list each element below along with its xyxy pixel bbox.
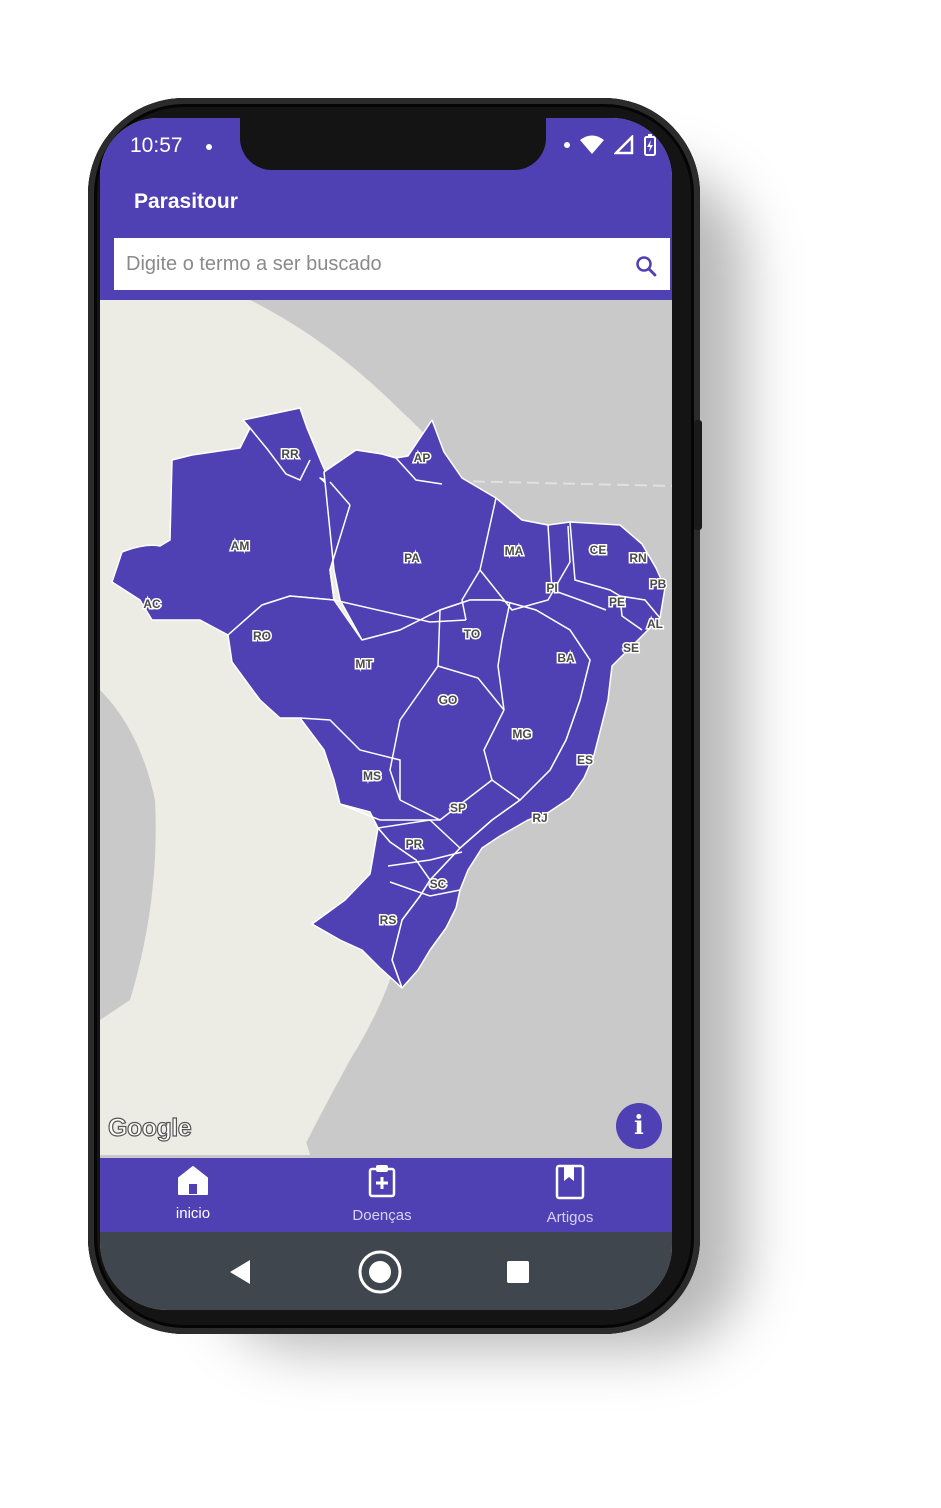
bottom-navigation: inicio Doenças Artigos — [100, 1158, 672, 1232]
state-label-se: SE — [623, 641, 639, 655]
state-label-ce: CE — [590, 543, 607, 557]
status-time: 10:57 — [130, 134, 183, 157]
state-label-ms: MS — [363, 769, 381, 783]
nav-item-doencas[interactable]: Doenças — [322, 1164, 442, 1224]
notification-dot-right — [564, 142, 570, 148]
state-label-sc: SC — [430, 877, 447, 891]
state-label-pa: PA — [404, 551, 420, 565]
state-label-pe: PE — [609, 595, 625, 609]
nav-label-artigos: Artigos — [546, 1209, 594, 1226]
state-label-to: TO — [464, 627, 480, 641]
state-label-pi: PI — [546, 581, 557, 595]
google-logo: Google — [107, 1113, 192, 1142]
state-label-ro: RO — [253, 629, 271, 643]
state-label-ma: MA — [505, 544, 524, 558]
search-input[interactable] — [124, 248, 618, 280]
state-label-ba: BA — [557, 651, 575, 665]
phone-screen: 10:57 Parasitour Digite o termo a ser bu… — [100, 118, 672, 1310]
state-label-rj: RJ — [532, 811, 547, 825]
state-label-rn: RN — [629, 551, 646, 565]
bookmark-icon — [555, 1164, 585, 1200]
recents-icon[interactable] — [506, 1260, 530, 1284]
state-label-sp: SP — [450, 801, 466, 815]
state-label-go: GO — [439, 693, 458, 707]
phone-side-button — [694, 420, 702, 530]
info-button[interactable]: i — [616, 1103, 662, 1149]
state-label-es: ES — [577, 753, 593, 767]
map-view[interactable]: RR AP AM PA MA CE RN PB PE AL SE PI AC RO TO BA MT GO MG ES… — [100, 300, 672, 1155]
search-bar[interactable] — [114, 238, 670, 294]
state-label-pb: PB — [650, 577, 667, 591]
status-icons — [564, 132, 656, 158]
app-title: Parasitour — [134, 190, 238, 213]
battery-icon — [644, 134, 656, 156]
back-icon[interactable] — [228, 1258, 252, 1286]
wifi-icon — [580, 135, 604, 154]
brazil-map[interactable]: RR AP AM PA MA CE RN PB PE AL SE PI AC RO TO BA MT GO MG ES… — [100, 300, 672, 1155]
nav-item-artigos[interactable]: Artigos — [510, 1164, 630, 1226]
state-label-rr: RR — [281, 447, 299, 461]
search-bar-container — [100, 236, 672, 300]
state-label-am: AM — [231, 539, 250, 553]
medical-clipboard-icon — [368, 1165, 396, 1198]
home-icon — [178, 1166, 208, 1195]
app-bar: Parasitour — [100, 176, 672, 236]
nav-label-doencas: Doenças — [352, 1207, 412, 1224]
state-label-rs: RS — [380, 913, 397, 927]
state-label-ap: AP — [414, 451, 431, 465]
state-label-ac: AC — [143, 597, 161, 611]
camera-notch — [240, 118, 546, 170]
state-label-mt: MT — [355, 657, 373, 671]
system-navigation-bar — [100, 1232, 672, 1310]
search-icon[interactable] — [634, 254, 658, 278]
signal-icon — [614, 135, 634, 155]
state-label-mg: MG — [512, 727, 531, 741]
guiana-border — [454, 480, 672, 487]
state-label-al: AL — [647, 617, 663, 631]
notification-dot — [206, 144, 212, 150]
state-label-pr: PR — [406, 837, 423, 851]
nav-label-inicio: inicio — [175, 1205, 211, 1222]
home-button-icon[interactable] — [356, 1248, 404, 1296]
nav-item-inicio[interactable]: inicio — [133, 1164, 253, 1222]
